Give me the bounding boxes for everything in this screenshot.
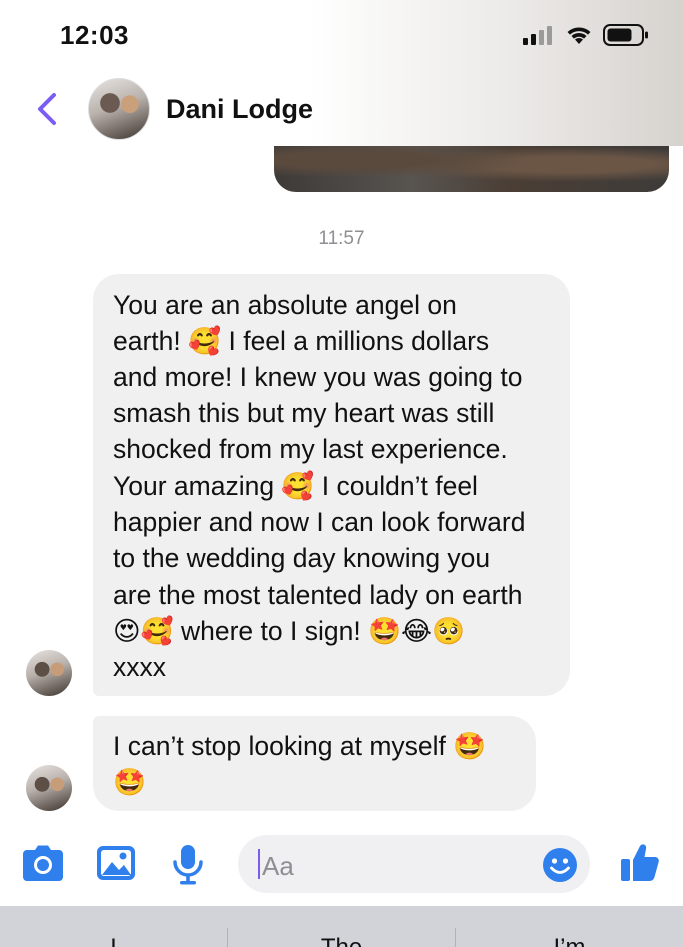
message-line: happier and now I can look forward — [113, 507, 526, 537]
conversation-header: Dani Lodge — [0, 72, 683, 146]
message-line: 🤩 — [113, 767, 146, 797]
microphone-icon[interactable] — [172, 844, 204, 891]
message-line: I can’t stop looking at myself 🤩 — [113, 731, 487, 761]
status-bar: 12:03 — [0, 0, 683, 72]
message-line: Your amazing 🥰 I couldn’t feel — [113, 471, 478, 501]
sender-avatar[interactable] — [26, 765, 72, 811]
keyboard-suggestion-bar: I The I’m — [0, 906, 683, 947]
message-composer: Aa — [0, 828, 683, 904]
wifi-icon — [565, 25, 593, 50]
suggestion-item[interactable]: The — [228, 934, 455, 947]
contact-avatar[interactable] — [88, 78, 150, 140]
camera-icon[interactable] — [22, 844, 64, 887]
message-line: 😍🥰 where to I sign! 🤩😂🥺 — [113, 616, 466, 646]
suggestion-item[interactable]: I’m — [456, 934, 683, 947]
photo-message[interactable] — [274, 146, 669, 192]
incoming-message-bubble[interactable]: You are an absolute angel on earth! 🥰 I … — [93, 274, 570, 696]
message-line: xxxx — [113, 652, 166, 682]
incoming-message-bubble[interactable]: I can’t stop looking at myself 🤩 🤩 — [93, 716, 536, 811]
status-icons — [523, 24, 649, 51]
message-line: and more! I knew you was going to — [113, 362, 523, 392]
thumbs-up-icon[interactable] — [620, 842, 660, 887]
message-input[interactable]: Aa — [238, 835, 590, 893]
suggestion-item[interactable]: I — [0, 934, 227, 947]
message-line: shocked from my last experience. — [113, 434, 508, 464]
message-line: earth! 🥰 I feel a millions dollars — [113, 326, 490, 356]
gallery-icon[interactable] — [96, 844, 136, 887]
back-chevron-icon[interactable] — [34, 92, 60, 131]
cellular-icon — [523, 25, 555, 50]
status-time: 12:03 — [60, 20, 129, 50]
battery-icon — [603, 24, 649, 51]
message-line: smash this but my heart was still — [113, 398, 495, 428]
message-line: are the most talented lady on earth — [113, 580, 523, 610]
emoji-icon[interactable] — [542, 847, 578, 888]
message-line: You are an absolute angel on — [113, 290, 457, 320]
message-line: to the wedding day knowing you — [113, 543, 491, 573]
text-caret — [258, 849, 260, 879]
message-input-placeholder: Aa — [262, 851, 294, 881]
sender-avatar[interactable] — [26, 650, 72, 696]
message-timestamp: 11:57 — [318, 228, 365, 249]
contact-name[interactable]: Dani Lodge — [166, 94, 313, 125]
